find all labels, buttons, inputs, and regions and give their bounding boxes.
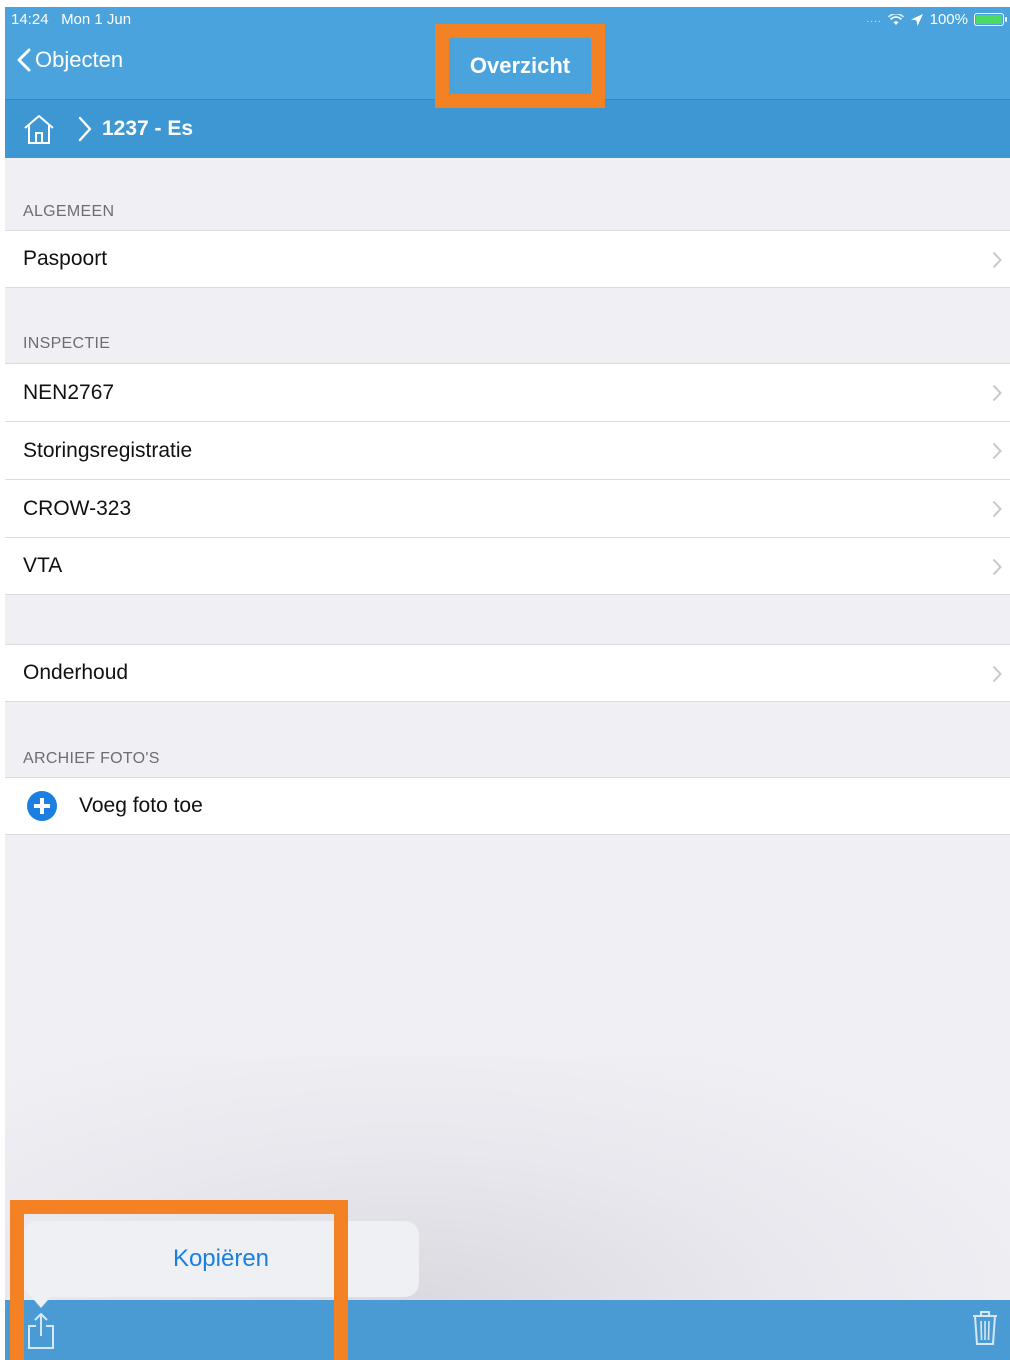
list-item-label: Paspoort	[23, 247, 108, 270]
copy-button[interactable]: Kopiëren	[23, 1221, 419, 1297]
breadcrumb-separator	[78, 116, 92, 142]
app-frame: 14:24 Mon 1 Jun .... 100% Objecten Overz…	[5, 7, 1010, 1360]
chevron-right-icon	[78, 116, 92, 142]
status-right: .... 100%	[866, 11, 1007, 28]
copy-button-label: Kopiëren	[172, 1245, 270, 1272]
back-button[interactable]: Objecten	[17, 47, 123, 73]
section-header-inspectie: INSPECTIE	[23, 335, 111, 352]
location-arrow-icon	[910, 13, 923, 26]
share-button[interactable]	[27, 1312, 55, 1355]
battery-icon	[974, 13, 1007, 26]
plus-circle-icon	[27, 791, 57, 821]
battery-percent: 100%	[929, 11, 968, 28]
list-item-crow-323[interactable]: CROW-323	[5, 479, 1010, 537]
back-button-label: Objecten	[35, 47, 124, 72]
list-item-storingsregistratie[interactable]: Storingsregistratie	[5, 421, 1010, 479]
list-item-label: NEN2767	[23, 380, 115, 404]
page-title-text: Overzicht	[469, 53, 571, 78]
wifi-icon	[887, 13, 904, 25]
list-item-label: VTA	[23, 554, 63, 577]
section-header-algemeen: ALGEMEEN	[23, 203, 115, 220]
delete-button[interactable]	[972, 1310, 998, 1351]
chevron-right-icon	[992, 251, 1002, 269]
status-time: 14:24	[11, 11, 49, 28]
chevron-left-icon	[17, 48, 31, 72]
add-photo-button[interactable]: Voeg foto toe	[5, 777, 1010, 835]
breadcrumb-home[interactable]	[22, 113, 56, 145]
list-item-nen2767[interactable]: NEN2767	[5, 363, 1010, 421]
add-photo-label: Voeg foto toe	[79, 794, 203, 817]
list-item-vta[interactable]: VTA	[5, 537, 1010, 595]
status-time-date: 14:24 Mon 1 Jun	[11, 11, 131, 28]
chevron-right-icon	[992, 665, 1002, 683]
list-item-onderhoud[interactable]: Onderhoud	[5, 644, 1010, 702]
signal-dots: ....	[866, 14, 882, 25]
breadcrumb-current[interactable]: 1237 - Es	[102, 117, 193, 141]
list-item-label: Storingsregistratie	[23, 438, 193, 462]
chevron-right-icon	[992, 442, 1002, 460]
list-item-label: Onderhoud	[23, 661, 129, 684]
list-item-label: CROW-323	[23, 496, 132, 520]
section-header-archief-fotos: ARCHIEF FOTO'S	[23, 750, 160, 767]
list-item-paspoort[interactable]: Paspoort	[5, 230, 1010, 288]
trash-icon	[973, 1311, 997, 1345]
status-date: Mon 1 Jun	[61, 11, 132, 28]
popover-arrow	[27, 1292, 55, 1308]
chevron-right-icon	[992, 384, 1002, 402]
home-icon	[24, 115, 54, 144]
chevron-right-icon	[992, 500, 1002, 518]
page-title: Overzicht	[435, 24, 605, 108]
bottom-toolbar	[5, 1300, 1010, 1360]
chevron-right-icon	[992, 558, 1002, 576]
share-icon	[28, 1313, 54, 1349]
